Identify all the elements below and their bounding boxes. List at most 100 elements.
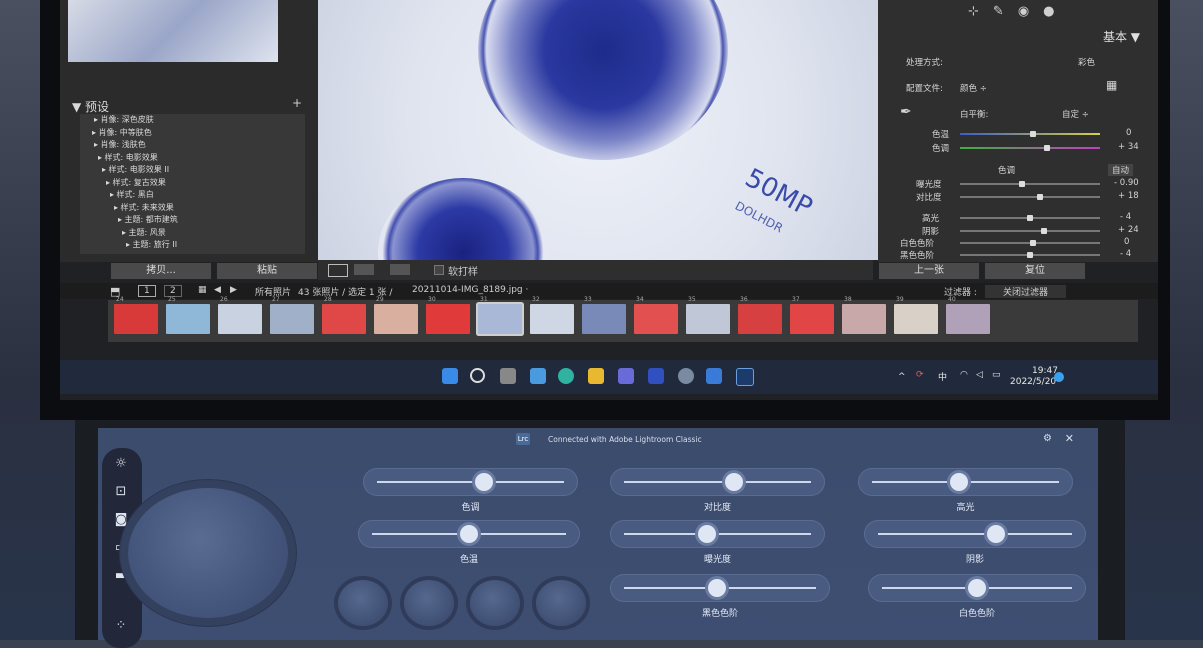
clock-date[interactable]: 2022/5/20 [1010, 377, 1056, 387]
slider-knob[interactable] [1041, 228, 1048, 234]
apps-grid-icon[interactable]: ⁘ [112, 618, 130, 636]
auto-button[interactable]: 自动 [1108, 164, 1134, 176]
wifi-icon[interactable]: ◠ [960, 370, 968, 380]
preset-item[interactable]: ▸ 主题: 旅行 II [80, 239, 305, 252]
task-view-icon[interactable] [500, 368, 516, 384]
filmstrip-thumbnail[interactable] [270, 304, 314, 334]
file-explorer-icon[interactable] [588, 368, 604, 384]
preset-item[interactable]: ▸ 肖像: 中等肤色 [80, 127, 305, 140]
basic-panel-title[interactable]: 基本 ▼ [1103, 28, 1140, 45]
preset-item[interactable]: ▸ 主题: 风景 [80, 227, 305, 240]
screenpad-slider[interactable] [363, 468, 578, 496]
brightness-icon[interactable]: ☼ [112, 456, 130, 474]
battery-icon[interactable]: ▭ [992, 370, 1001, 380]
previous-button[interactable]: 上一张 [878, 262, 980, 280]
filmstrip-thumbnail[interactable] [166, 304, 210, 334]
redeye-icon[interactable]: ◉ [1018, 4, 1043, 19]
control-dial[interactable] [128, 488, 288, 618]
filmstrip-thumbnail[interactable] [114, 304, 158, 334]
app-icon[interactable] [648, 368, 664, 384]
whites-slider[interactable] [960, 240, 1100, 246]
slider-knob[interactable] [460, 525, 478, 543]
preset-item[interactable]: ▸ 样式: 电影效果 [80, 152, 305, 165]
screenpad-slider[interactable] [610, 468, 825, 496]
filmstrip-thumbnail[interactable] [634, 304, 678, 334]
highlights-slider[interactable] [960, 215, 1100, 221]
compare-view-icon[interactable] [354, 264, 374, 275]
forward-arrow-icon[interactable]: ▶ [230, 285, 237, 295]
laptop-icon[interactable]: ▬ [112, 568, 130, 586]
widgets-icon[interactable] [530, 368, 546, 384]
slider-knob[interactable] [1027, 252, 1034, 258]
screenpad-slider[interactable] [868, 574, 1086, 602]
filmstrip-thumbnail[interactable] [686, 304, 730, 334]
crop-icon[interactable]: ⊡ [112, 484, 130, 502]
filmstrip-thumbnail[interactable] [426, 304, 470, 334]
screenxpert-icon[interactable] [706, 368, 722, 384]
slider-track[interactable] [624, 481, 811, 483]
crop-icon[interactable]: ⊹ [968, 4, 993, 19]
mask-icon[interactable]: ● [1043, 4, 1068, 19]
slider-knob[interactable] [725, 473, 744, 491]
survey-view-icon[interactable] [390, 264, 410, 275]
slider-knob[interactable] [1027, 215, 1034, 221]
filmstrip-thumbnail[interactable] [530, 304, 574, 334]
preset-item[interactable]: ▸ 样式: 电影效果 II [80, 164, 305, 177]
ime-indicator[interactable]: 中 [938, 370, 947, 383]
exposure-slider[interactable] [960, 181, 1100, 187]
slider-knob[interactable] [949, 473, 968, 491]
lightroom-icon[interactable] [736, 368, 754, 386]
profile-browser-icon[interactable]: ▦ [1106, 78, 1117, 92]
gear-icon[interactable]: ⚙ [1043, 433, 1052, 444]
treatment-value[interactable]: 彩色 [1078, 56, 1095, 68]
round-button[interactable] [338, 580, 388, 626]
sync-icon[interactable]: ⟳ [916, 370, 924, 380]
round-button[interactable] [404, 580, 454, 626]
screenpad-slider[interactable] [358, 520, 580, 548]
close-icon[interactable]: ✕ [1065, 432, 1074, 445]
filmstrip-thumbnail[interactable] [894, 304, 938, 334]
slider-track[interactable] [377, 481, 564, 483]
preset-item[interactable]: ▸ 样式: 复古效果 [80, 177, 305, 190]
chevron-up-icon[interactable]: ^ [898, 372, 906, 382]
loupe-view-icon[interactable] [328, 264, 348, 277]
eyedropper-icon[interactable]: ✒ [900, 104, 912, 120]
back-arrow-icon[interactable]: ◀ [214, 285, 221, 295]
shadows-slider[interactable] [960, 228, 1100, 234]
round-button[interactable] [536, 580, 586, 626]
screenpad-slider[interactable] [858, 468, 1073, 496]
slider-knob[interactable] [1044, 145, 1050, 151]
plus-icon[interactable]: + [292, 96, 302, 110]
screenpad-slider[interactable] [610, 574, 830, 602]
slider-track[interactable] [624, 533, 811, 535]
store-icon[interactable] [618, 368, 634, 384]
filmstrip-thumbnail[interactable] [322, 304, 366, 334]
wb-value[interactable]: 自定 ÷ [1062, 108, 1089, 120]
page-1-button[interactable]: 1 [138, 285, 156, 297]
filmstrip-thumbnail[interactable] [790, 304, 834, 334]
volume-icon[interactable]: ◁ [976, 370, 983, 380]
slider-knob[interactable] [1018, 181, 1025, 187]
preset-item[interactable]: ▸ 主题: 都市建筑 [80, 214, 305, 227]
filmstrip-thumbnail[interactable] [842, 304, 886, 334]
preset-item[interactable]: ▸ 肖像: 深色皮肤 [80, 114, 305, 127]
slider-track[interactable] [878, 533, 1072, 535]
filmstrip-thumbnail[interactable] [582, 304, 626, 334]
preset-item[interactable]: ▸ 样式: 黑白 [80, 189, 305, 202]
profile-value[interactable]: 颜色 ÷ [960, 82, 987, 94]
round-button[interactable] [470, 580, 520, 626]
screenpad-slider[interactable] [864, 520, 1086, 548]
reset-button[interactable]: 复位 [984, 262, 1086, 280]
blacks-slider[interactable] [960, 252, 1100, 258]
camera-icon[interactable]: ◙ [112, 512, 130, 530]
preset-item[interactable]: ▸ 肖像: 浅肤色 [80, 139, 305, 152]
filmstrip-thumbnail[interactable] [374, 304, 418, 334]
copy-button[interactable]: 拷贝... [110, 262, 212, 280]
slider-knob[interactable] [1037, 194, 1043, 200]
brush-icon[interactable]: ✎ [993, 4, 1018, 19]
paste-button[interactable]: 粘贴 [216, 262, 318, 280]
temp-slider[interactable] [960, 131, 1100, 137]
slider-knob[interactable] [1030, 131, 1036, 137]
slider-knob[interactable] [968, 579, 986, 597]
slider-knob[interactable] [698, 525, 717, 543]
